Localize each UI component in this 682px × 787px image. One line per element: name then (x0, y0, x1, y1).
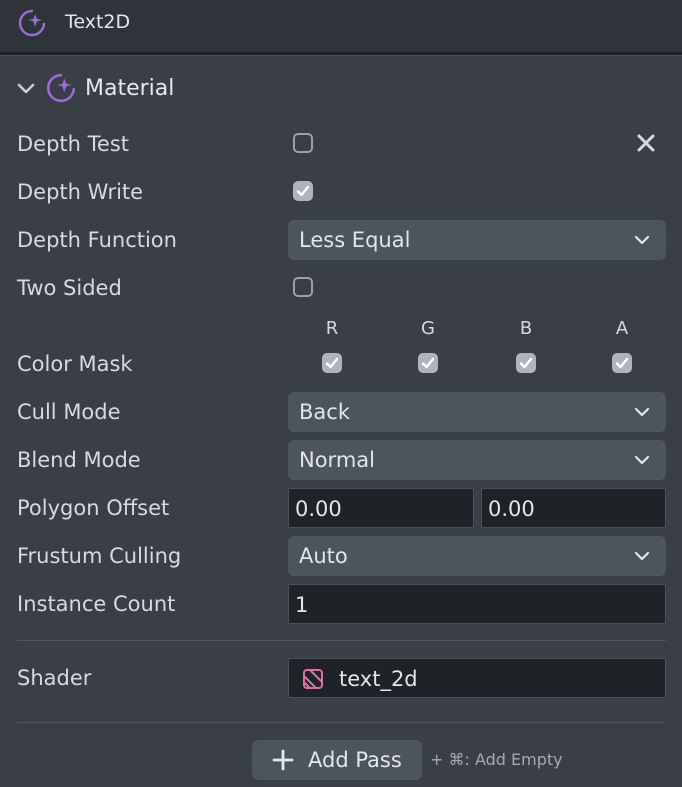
plus-icon (272, 749, 294, 771)
channel-g-label: G (421, 318, 435, 339)
shader-value: text_2d (339, 667, 418, 691)
add-empty-hint: + ⌘: Add Empty (430, 750, 563, 769)
frustum-culling-label: Frustum Culling (17, 544, 182, 568)
color-mask-b-checkbox[interactable] (516, 353, 536, 373)
section-title[interactable]: Material (85, 76, 174, 102)
chevron-down-icon (634, 407, 650, 417)
sparkle-moon-icon (46, 73, 76, 103)
color-mask-label: Color Mask (17, 352, 133, 376)
sparkle-moon-icon (18, 9, 46, 37)
depth-write-label: Depth Write (17, 180, 144, 204)
chevron-down-icon (634, 551, 650, 561)
shader-asset-icon (303, 669, 323, 689)
add-pass-button[interactable]: Add Pass (252, 740, 422, 780)
cull-mode-label: Cull Mode (17, 400, 121, 424)
depth-write-checkbox[interactable] (293, 181, 313, 201)
two-sided-label: Two Sided (17, 276, 122, 300)
polygon-offset-factor-input[interactable]: 0.00 (288, 488, 474, 528)
depth-function-value: Less Equal (299, 228, 411, 252)
checkmark-icon (296, 185, 310, 197)
polygon-offset-units-input[interactable]: 0.00 (481, 488, 666, 528)
color-mask-g-checkbox[interactable] (418, 353, 438, 373)
checkmark-icon (615, 357, 629, 369)
chevron-down-icon (634, 455, 650, 465)
depth-test-checkbox[interactable] (293, 133, 313, 153)
depth-function-label: Depth Function (17, 228, 177, 252)
blend-mode-select[interactable]: Normal (288, 440, 666, 480)
color-mask-r-checkbox[interactable] (322, 353, 342, 373)
frustum-culling-value: Auto (299, 544, 348, 568)
channel-a-label: A (615, 318, 629, 339)
depth-function-select[interactable]: Less Equal (288, 220, 666, 260)
divider (17, 722, 666, 723)
cull-mode-value: Back (299, 400, 350, 424)
component-title: Text2D (65, 11, 131, 33)
channel-b-label: B (519, 318, 533, 339)
close-icon[interactable] (636, 133, 656, 153)
two-sided-checkbox[interactable] (293, 277, 313, 297)
shader-asset-field[interactable]: text_2d (288, 658, 666, 698)
cull-mode-select[interactable]: Back (288, 392, 666, 432)
color-mask-a-checkbox[interactable] (612, 353, 632, 373)
depth-test-label: Depth Test (17, 132, 129, 156)
frustum-culling-select[interactable]: Auto (288, 536, 666, 576)
checkmark-icon (519, 357, 533, 369)
polygon-offset-units-value: 0.00 (488, 497, 535, 521)
instance-count-label: Instance Count (17, 592, 176, 616)
shader-label: Shader (17, 666, 92, 690)
blend-mode-label: Blend Mode (17, 448, 141, 472)
checkmark-icon (421, 357, 435, 369)
instance-count-input[interactable]: 1 (288, 584, 666, 624)
checkmark-icon (325, 357, 339, 369)
chevron-down-icon[interactable] (17, 82, 35, 96)
polygon-offset-factor-value: 0.00 (295, 497, 342, 521)
polygon-offset-label: Polygon Offset (17, 496, 170, 520)
blend-mode-value: Normal (299, 448, 375, 472)
component-header: Text2D (0, 0, 682, 55)
instance-count-value: 1 (295, 593, 309, 617)
add-pass-label: Add Pass (308, 748, 402, 772)
divider (17, 640, 666, 641)
chevron-down-icon (634, 235, 650, 245)
channel-r-label: R (325, 318, 339, 339)
